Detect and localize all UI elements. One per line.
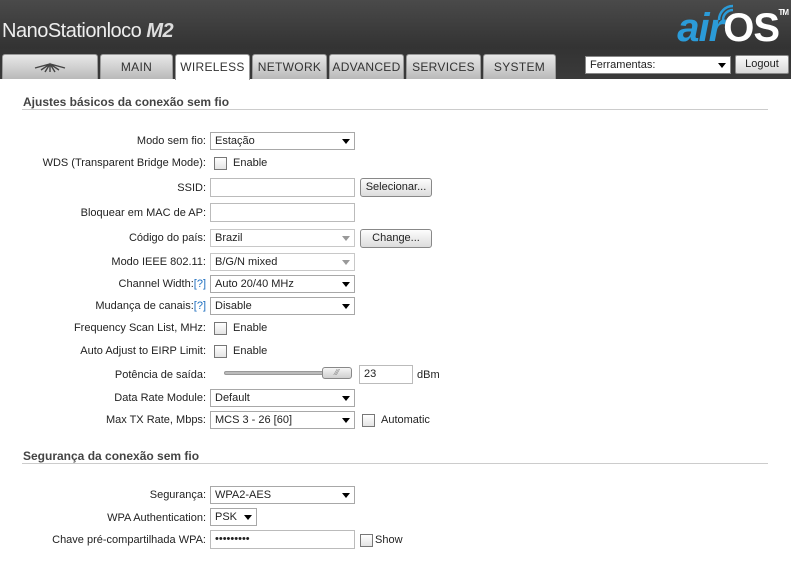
country-value: Brazil [215, 232, 243, 244]
basic-section-divider [22, 109, 768, 110]
tab-ubiquiti[interactable] [2, 54, 98, 79]
ssid-input[interactable] [210, 178, 355, 197]
security-label: Segurança: [149, 489, 206, 501]
output-power-slider-handle[interactable]: ⁄⁄⁄ [322, 367, 352, 379]
auto-eirp-enable-label: Enable [233, 345, 268, 357]
security-section-divider [22, 463, 768, 464]
security-value: WPA2-AES [215, 489, 272, 501]
product-variant: loco [106, 20, 142, 42]
chevron-down-icon [718, 63, 726, 68]
channel-shift-select[interactable]: Disable [210, 297, 355, 315]
data-rate-module-select[interactable]: Default [210, 389, 355, 407]
freq-scan-enable-label: Enable [233, 322, 268, 334]
auto-eirp-label: Auto Adjust to EIRP Limit: [80, 345, 206, 357]
main-tabs: MAIN WIRELESS NETWORK ADVANCED SERVICES … [2, 54, 556, 80]
logout-button[interactable]: Logout [735, 55, 789, 74]
tab-wireless[interactable]: WIRELESS [175, 54, 250, 80]
product-name: NanoStationloco M2 [2, 20, 174, 43]
wds-checkbox[interactable] [214, 157, 227, 170]
ieee-mode-value: B/G/N mixed [215, 256, 278, 268]
wireless-mode-select[interactable]: Estação [210, 132, 355, 150]
wpa-auth-value: PSK [215, 511, 238, 523]
security-select[interactable]: WPA2-AES [210, 486, 355, 504]
product-model: M2 [146, 20, 174, 42]
max-tx-rate-label: Max TX Rate, Mbps: [105, 414, 206, 426]
top-header: NanoStationloco M2 airOS TM MAIN WIRELESS… [0, 0, 791, 80]
tab-system[interactable]: SYSTEM [483, 54, 556, 79]
psk-show-label: Show [375, 534, 403, 546]
lock-mac-label: Bloquear em MAC de AP: [80, 207, 206, 219]
psk-show-checkbox[interactable] [360, 534, 373, 547]
ubiquiti-logo-icon [34, 62, 66, 73]
channel-shift-label: Mudança de canais:[?] [95, 300, 206, 312]
output-power-label: Potência de saída: [114, 369, 206, 381]
wireless-mode-label: Modo sem fio: [136, 135, 206, 147]
channel-width-value: Auto 20/40 MHz [215, 278, 294, 290]
channel-width-label: Channel Width:[?] [119, 278, 206, 290]
wds-label: WDS (Transparent Bridge Mode): [42, 157, 206, 169]
chevron-down-icon [342, 396, 350, 401]
select-ssid-button[interactable]: Selecionar... [360, 178, 432, 197]
country-label: Código do país: [128, 232, 206, 244]
max-tx-automatic-checkbox[interactable] [362, 414, 375, 427]
freq-scan-checkbox[interactable] [214, 322, 227, 335]
channel-width-select[interactable]: Auto 20/40 MHz [210, 275, 355, 293]
product-name-main: NanoStation [2, 20, 107, 42]
wpa-auth-select[interactable]: PSK [210, 508, 257, 526]
data-rate-module-label: Data Rate Module: [114, 392, 206, 404]
data-rate-module-value: Default [215, 392, 250, 404]
freq-scan-label: Frequency Scan List, MHz: [73, 322, 206, 334]
wireless-mode-value: Estação [215, 135, 255, 147]
chevron-down-icon [342, 139, 350, 144]
chevron-down-icon [342, 493, 350, 498]
channel-width-help-link[interactable]: [?] [194, 278, 206, 290]
tools-dropdown-value: Ferramentas: [590, 59, 656, 71]
airos-logo-air: air [677, 6, 724, 50]
tab-services[interactable]: SERVICES [406, 54, 481, 79]
output-power-input[interactable]: 23 [359, 365, 413, 384]
country-select[interactable]: Brazil [210, 229, 355, 247]
chevron-down-icon [244, 515, 252, 520]
tab-network[interactable]: NETWORK [252, 54, 327, 79]
output-power-unit: dBm [417, 369, 440, 381]
tab-advanced[interactable]: ADVANCED [329, 54, 404, 79]
max-tx-rate-select[interactable]: MCS 3 - 26 [60] [210, 411, 355, 429]
chevron-down-icon [342, 304, 350, 309]
ieee-mode-label: Modo IEEE 802.11: [111, 256, 206, 268]
psk-label: Chave pré-compartilhada WPA: [52, 534, 206, 546]
chevron-down-icon [342, 418, 350, 423]
tab-main[interactable]: MAIN [100, 54, 173, 79]
channel-width-label-text: Channel Width: [118, 278, 194, 290]
channel-shift-help-link[interactable]: [?] [194, 300, 206, 312]
airos-logo: airOS TM [677, 6, 789, 51]
airos-logo-os: OS [723, 6, 780, 50]
max-tx-automatic-label: Automatic [381, 414, 430, 426]
channel-shift-label-text: Mudança de canais: [95, 300, 194, 312]
chevron-down-icon [342, 260, 350, 265]
basic-section-title: Ajustes básicos da conexão sem fio [23, 95, 230, 109]
chevron-down-icon [342, 236, 350, 241]
ieee-mode-select[interactable]: B/G/N mixed [210, 253, 355, 271]
chevron-down-icon [342, 282, 350, 287]
airos-logo-tm: TM [778, 8, 789, 17]
psk-input[interactable]: ••••••••• [210, 530, 355, 549]
auto-eirp-checkbox[interactable] [214, 345, 227, 358]
channel-shift-value: Disable [215, 300, 252, 312]
lock-mac-input[interactable] [210, 203, 355, 222]
security-section-title: Segurança da conexão sem fio [23, 449, 200, 463]
max-tx-rate-value: MCS 3 - 26 [60] [215, 414, 293, 426]
wpa-auth-label: WPA Authentication: [107, 512, 206, 524]
tools-dropdown[interactable]: Ferramentas: [585, 56, 731, 74]
change-country-button[interactable]: Change... [360, 229, 432, 248]
wds-enable-label: Enable [233, 157, 268, 169]
ssid-label: SSID: [177, 182, 206, 194]
